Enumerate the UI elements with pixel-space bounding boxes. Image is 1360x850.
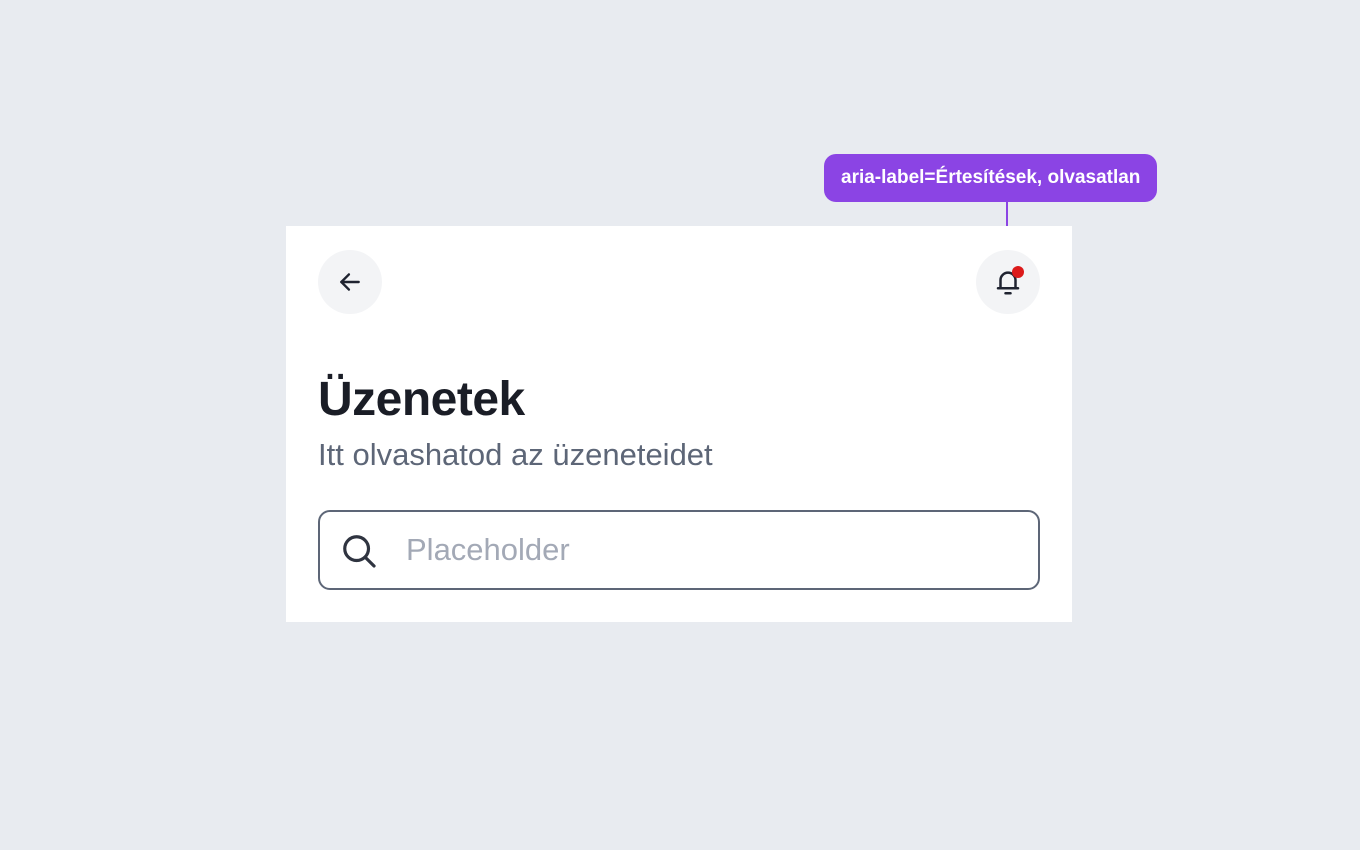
canvas: aria-label=Értesítések, olvasatlan Üzene… xyxy=(0,0,1360,850)
unread-indicator-dot xyxy=(1012,266,1024,278)
search-icon xyxy=(343,535,376,568)
notifications-button[interactable] xyxy=(976,250,1040,314)
page-subtitle: Itt olvashatod az üzeneteidet xyxy=(318,437,713,472)
aria-label-annotation: aria-label=Értesítések, olvasatlan xyxy=(824,154,1158,202)
messages-screen: Üzenetek Itt olvashatod az üzeneteidet xyxy=(286,226,1072,622)
page-title: Üzenetek xyxy=(318,373,525,426)
search-field[interactable] xyxy=(318,510,1040,590)
search-input[interactable] xyxy=(406,512,1016,588)
arrow-left-icon xyxy=(340,273,360,291)
back-button[interactable] xyxy=(318,250,382,314)
